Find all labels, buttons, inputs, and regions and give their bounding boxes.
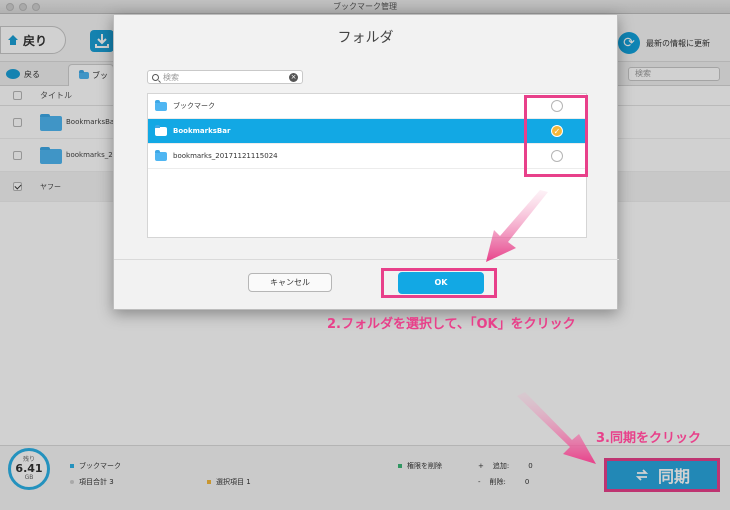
arrow-to-sync-icon (517, 392, 596, 464)
step3-annotation: 3.同期をクリック (596, 431, 701, 446)
step2-annotation: 2.フォルダを選択して、「OK」をクリック (327, 317, 576, 332)
arrow-to-ok-icon (486, 190, 548, 262)
